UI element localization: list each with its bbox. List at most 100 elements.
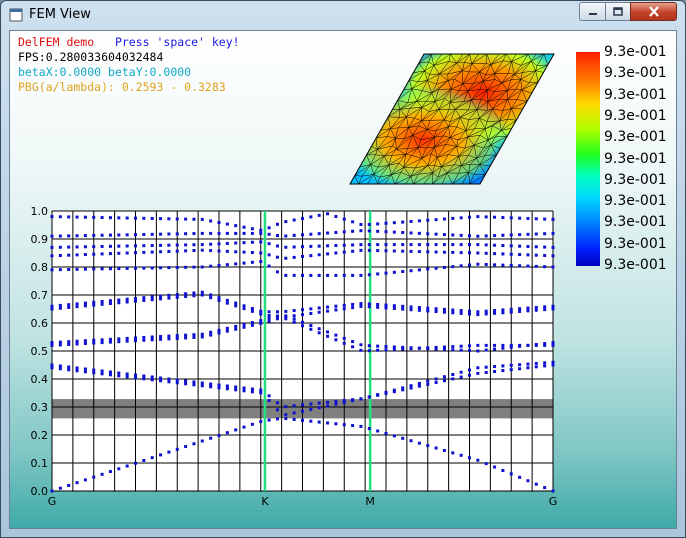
band-point	[234, 241, 238, 245]
band-point	[250, 323, 254, 327]
band-point	[175, 295, 179, 299]
band-point	[392, 230, 396, 234]
band-point	[250, 227, 254, 231]
band-point	[217, 263, 221, 267]
band-point	[543, 217, 547, 221]
band-point	[292, 233, 296, 237]
band-point	[543, 305, 547, 309]
band-point	[417, 306, 421, 310]
band-point	[401, 243, 405, 247]
band-point	[250, 240, 254, 244]
band-point	[526, 479, 530, 483]
band-point	[217, 331, 221, 335]
band-point	[376, 429, 380, 433]
maximize-button[interactable]	[605, 2, 631, 21]
band-point	[342, 250, 346, 254]
band-point	[526, 216, 530, 220]
band-point	[50, 363, 54, 367]
band-point	[292, 245, 296, 249]
band-point	[75, 267, 79, 271]
band-point	[526, 264, 530, 268]
colorbar-label: 9.3e-001	[604, 150, 667, 167]
band-point	[309, 419, 313, 423]
band-point	[150, 266, 154, 270]
band-point	[493, 215, 497, 219]
band-point	[451, 216, 455, 220]
band-point	[326, 231, 330, 235]
band-point	[100, 300, 104, 304]
band-point	[501, 369, 505, 373]
band-point	[117, 244, 121, 248]
band-point	[175, 265, 179, 269]
band-point	[209, 264, 213, 268]
band-point	[476, 313, 480, 317]
band-point	[200, 248, 204, 252]
band-point	[334, 333, 338, 337]
band-point	[117, 467, 121, 471]
band-point	[518, 216, 522, 220]
band-point	[317, 232, 321, 236]
band-point	[50, 304, 54, 308]
band-point	[125, 251, 129, 255]
band-point	[200, 332, 204, 336]
band-point	[175, 378, 179, 382]
band-point	[150, 456, 154, 460]
close-button[interactable]	[630, 2, 677, 21]
band-point	[342, 273, 346, 277]
minimize-button[interactable]	[579, 2, 606, 21]
band-point	[217, 221, 221, 225]
band-point	[50, 245, 54, 249]
band-point	[175, 447, 179, 451]
band-point	[351, 220, 355, 224]
band-point	[58, 253, 62, 257]
band-point	[526, 244, 530, 248]
band-point	[250, 307, 254, 311]
band-point	[426, 243, 430, 247]
band-point	[459, 375, 463, 379]
band-point	[184, 217, 188, 221]
band-point	[392, 304, 396, 308]
band-point	[534, 245, 538, 249]
band-point	[409, 231, 413, 235]
fem-mesh-plot	[349, 53, 555, 185]
band-point	[175, 243, 179, 247]
band-point	[83, 215, 87, 219]
band-point	[100, 267, 104, 271]
band-point	[342, 341, 346, 345]
band-point	[301, 255, 304, 258]
band-point	[292, 417, 296, 421]
band-point	[108, 340, 112, 344]
band-point	[401, 304, 405, 308]
band-point	[534, 361, 538, 365]
band-point	[134, 339, 137, 343]
y-tick-label: 0.0	[31, 485, 49, 498]
band-point	[401, 270, 405, 274]
band-diagram-chart: 0.0 0.1 0.2 0.3 0.4 0.5 0.6 0.7 0.8 0.9 1.0 G K M G	[31, 205, 558, 508]
band-point	[301, 418, 304, 422]
band-point	[167, 450, 171, 454]
band-point	[309, 254, 313, 258]
band-point	[509, 363, 513, 367]
band-point	[426, 306, 430, 310]
band-point	[326, 305, 330, 309]
band-point	[142, 298, 146, 302]
band-point	[92, 338, 96, 342]
band-point	[259, 391, 263, 395]
band-point	[284, 273, 288, 277]
band-point	[317, 306, 321, 310]
band-point	[284, 315, 288, 319]
band-point	[509, 244, 513, 248]
band-point	[384, 303, 388, 307]
band-point	[234, 262, 238, 266]
band-point	[351, 302, 355, 306]
band-point	[234, 428, 238, 432]
title-bar[interactable]: FEM View	[1, 1, 685, 29]
band-point	[50, 343, 54, 347]
band-point	[200, 290, 204, 294]
band-point	[376, 348, 380, 352]
fem-canvas[interactable]: DelFEM demo Press 'space' key! FPS:0.280…	[9, 30, 677, 529]
band-point	[476, 251, 480, 255]
band-point	[150, 375, 154, 379]
band-point	[284, 417, 288, 421]
band-point	[359, 248, 363, 252]
